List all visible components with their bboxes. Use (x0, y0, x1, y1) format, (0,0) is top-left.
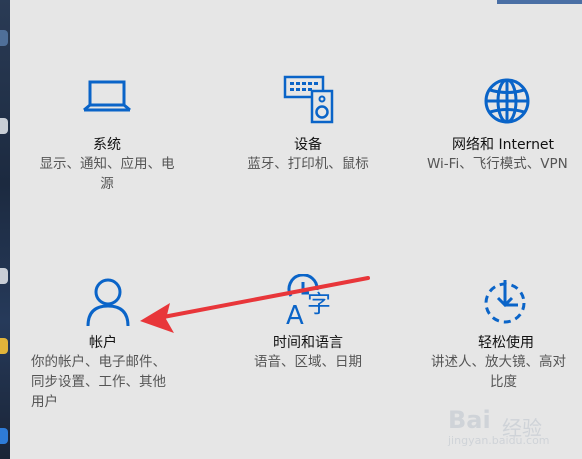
watermark-logo: Bai 经验 jingyan.baidu.com (448, 406, 550, 447)
annotation-arrow (140, 276, 370, 333)
